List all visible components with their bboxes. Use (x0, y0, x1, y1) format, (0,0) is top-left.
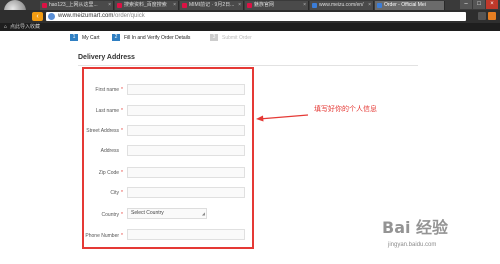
checkout-steps: 1 My Cart 2 Fill In and Verify Order Det… (60, 31, 500, 43)
field-label-country: Country * (101, 212, 123, 218)
watermark-logo-text: Bai 经验 (382, 218, 449, 237)
phone-number-input[interactable] (127, 229, 245, 240)
country-select-value: Select Country (131, 210, 164, 216)
field-label-city: City * (110, 190, 123, 196)
annotation-text: 填写好你的个人信息 (314, 106, 377, 113)
step-number: 2 (112, 34, 120, 41)
resize-grip-icon: ◢ (201, 211, 205, 216)
tab-close-icon[interactable]: × (173, 1, 176, 10)
tab-favicon-icon (117, 3, 122, 8)
browser-tab-bar: hao123_上网从这里... × 搜索资料_百度搜索 × MIMI前记 · 9月2… (0, 0, 500, 10)
url-text[interactable]: www.meizumart.com/order/quick (58, 12, 145, 21)
step-label: Submit Order (222, 34, 252, 41)
tab-label: hao123_上网从这里... (49, 2, 98, 8)
step-order-details: 2 Fill In and Verify Order Details (112, 34, 190, 41)
section-title: Delivery Address (78, 54, 135, 61)
window-controls: – □ × (459, 0, 498, 10)
tab-favicon-icon (42, 3, 47, 8)
address-bar[interactable]: www.meizumart.com/order/quick (46, 12, 466, 21)
menu-icon[interactable] (488, 12, 496, 20)
bookmark-label: 点此导入收藏 (10, 24, 41, 30)
toolbar-icons (476, 12, 496, 20)
tab-label: Order - Official Mei (384, 2, 426, 8)
url-path: /order/quick (113, 13, 145, 19)
tab-label: MIMI前记 · 9月2日... (189, 2, 235, 8)
address-input[interactable] (127, 145, 245, 156)
first-name-input[interactable] (127, 84, 245, 95)
street-address-input[interactable] (127, 125, 245, 136)
maximize-icon[interactable]: □ (473, 0, 485, 9)
bookmark-bar: ⌂ 点此导入收藏 (0, 23, 500, 31)
bookmark-item[interactable]: ⌂ 点此导入收藏 (4, 23, 40, 31)
tab-favicon-icon (312, 3, 317, 8)
step-label: Fill In and Verify Order Details (124, 34, 191, 41)
browser-tab[interactable]: MIMI前记 · 9月2日... × (180, 1, 244, 10)
field-label-street-address: Street Address * (86, 128, 123, 134)
tab-close-icon[interactable]: × (368, 1, 371, 10)
field-label-address: Address (100, 148, 119, 154)
annotation-arrow-icon (256, 114, 308, 122)
tab-label: 搜索资料_百度搜索 (124, 2, 167, 8)
step-label: My Cart (82, 34, 100, 41)
field-label-last-name: Last name * (95, 108, 123, 114)
browser-tab[interactable]: 魅族官网 × (245, 1, 309, 10)
tab-favicon-icon (377, 3, 382, 8)
tab-close-icon[interactable]: × (238, 1, 241, 10)
field-label-zip-code: Zip Code * (98, 170, 123, 176)
browser-nav-bar: ‹ www.meizumart.com/order/quick (0, 10, 500, 23)
step-number: 3 (210, 34, 218, 41)
tab-close-icon[interactable]: × (108, 1, 111, 10)
extension-icon[interactable] (478, 12, 486, 20)
step-submit-order: 3 Submit Order (210, 34, 252, 41)
divider (78, 65, 418, 66)
city-input[interactable] (127, 187, 245, 198)
tab-close-icon[interactable]: × (303, 1, 306, 10)
last-name-input[interactable] (127, 105, 245, 116)
url-domain: www.meizumart.com (58, 13, 114, 19)
home-icon: ⌂ (4, 24, 8, 30)
baidu-watermark: Bai 经验 jingyan.baidu.com (376, 208, 496, 258)
step-my-cart: 1 My Cart (70, 34, 100, 41)
step-number: 1 (70, 34, 78, 41)
tab-favicon-icon (247, 3, 252, 8)
watermark-url: jingyan.baidu.com (388, 242, 437, 248)
browser-tab[interactable]: 搜索资料_百度搜索 × (115, 1, 179, 10)
back-button[interactable]: ‹ (32, 12, 43, 21)
globe-icon (48, 13, 55, 20)
tab-favicon-icon (182, 3, 187, 8)
close-window-icon[interactable]: × (486, 0, 498, 9)
browser-tab[interactable]: www.meizu.com/en/ × (310, 1, 374, 10)
browser-tab[interactable]: hao123_上网从这里... × (40, 1, 114, 10)
tab-label: www.meizu.com/en/ (319, 2, 364, 8)
field-label-first-name: First name * (95, 87, 123, 93)
field-label-phone-number: Phone Number * (85, 233, 123, 239)
minimize-icon[interactable]: – (460, 0, 472, 9)
browser-tab-active[interactable]: Order - Official Mei (375, 1, 445, 10)
zip-code-input[interactable] (127, 167, 245, 178)
tab-label: 魅族官网 (254, 2, 275, 8)
country-select[interactable]: Select Country ◢ (127, 208, 207, 219)
